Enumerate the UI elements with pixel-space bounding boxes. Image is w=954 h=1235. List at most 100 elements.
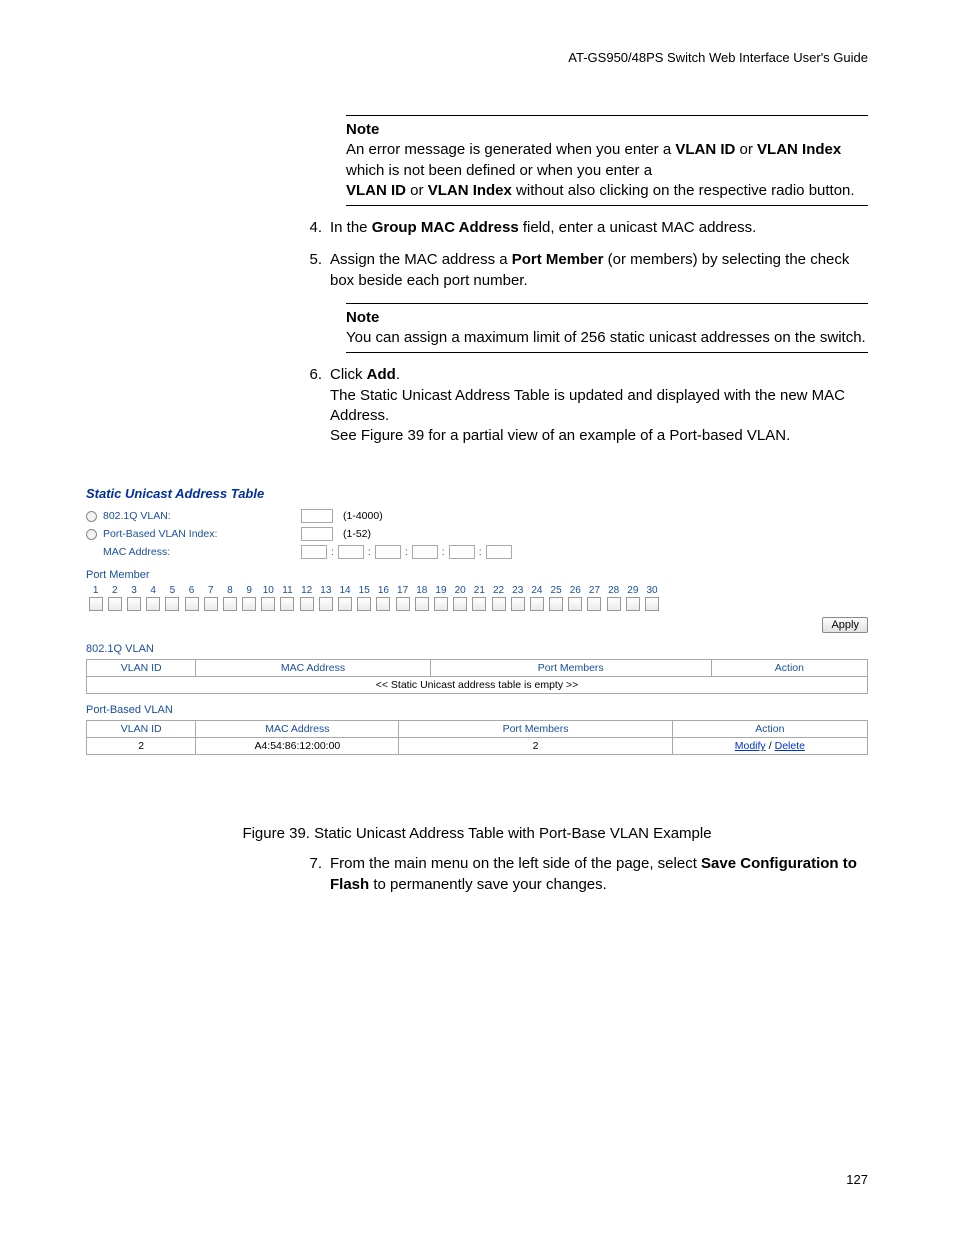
- step6-a: Click: [330, 366, 367, 383]
- port-checkbox[interactable]: [297, 596, 316, 611]
- port-checkbox[interactable]: [547, 596, 566, 611]
- port-checkbox[interactable]: [393, 596, 412, 611]
- mac-octet-1[interactable]: [301, 545, 327, 559]
- port-checkbox[interactable]: [642, 596, 661, 611]
- tbl1-h-members: Port Members: [430, 660, 711, 677]
- port-checkbox[interactable]: [566, 596, 585, 611]
- step-7: 7. From the main menu on the left side o…: [296, 854, 868, 895]
- port-checkbox[interactable]: [201, 596, 220, 611]
- port-number-label: 23: [508, 585, 527, 596]
- main-content: Note An error message is generated when …: [296, 115, 868, 446]
- port-number-label: 1: [86, 585, 105, 596]
- note1-or2: or: [406, 182, 428, 199]
- input-portbased-index[interactable]: [301, 527, 333, 541]
- note1-t1: An error message is generated when you e…: [346, 141, 675, 158]
- port-number-label: 27: [585, 585, 604, 596]
- input-8021q-vlan[interactable]: [301, 509, 333, 523]
- step4-c: field, enter a unicast MAC address.: [519, 219, 757, 236]
- port-checkbox[interactable]: [374, 596, 393, 611]
- row-portbased-index: Port-Based VLAN Index: (1-52): [86, 527, 868, 541]
- content-after-figure: 7. From the main menu on the left side o…: [296, 854, 868, 895]
- port-checkbox[interactable]: [316, 596, 335, 611]
- mac-octet-2[interactable]: [338, 545, 364, 559]
- label-portbased: Port-Based VLAN Index:: [103, 528, 217, 540]
- step6-c: .: [396, 366, 400, 383]
- port-checkbox[interactable]: [182, 596, 201, 611]
- port-number-label: 11: [278, 585, 297, 596]
- port-checkbox[interactable]: [240, 596, 259, 611]
- port-number-label: 14: [335, 585, 354, 596]
- figure-39: Static Unicast Address Table 802.1Q VLAN…: [86, 486, 868, 755]
- step7-c: to permanently save your changes.: [369, 876, 607, 893]
- port-checkbox[interactable]: [105, 596, 124, 611]
- note2-text: You can assign a maximum limit of 256 st…: [346, 328, 868, 348]
- header-guide-title: AT-GS950/48PS Switch Web Interface User'…: [86, 50, 868, 65]
- radio-8021q[interactable]: [86, 511, 97, 522]
- port-number-label: 20: [451, 585, 470, 596]
- note1-t2: which is not been defined or when you en…: [346, 162, 652, 179]
- delete-link[interactable]: Delete: [775, 740, 805, 752]
- modify-link[interactable]: Modify: [735, 740, 766, 752]
- port-checkbox[interactable]: [220, 596, 239, 611]
- mac-octet-5[interactable]: [449, 545, 475, 559]
- note-block-1: Note An error message is generated when …: [346, 115, 868, 206]
- port-number-label: 3: [124, 585, 143, 596]
- note2-bottom-rule: [346, 352, 868, 353]
- mac-octet-4[interactable]: [412, 545, 438, 559]
- tbl1-empty-row: << Static Unicast address table is empty…: [87, 677, 868, 694]
- port-checkbox[interactable]: [431, 596, 450, 611]
- mac-octet-3[interactable]: [375, 545, 401, 559]
- port-checkbox[interactable]: [335, 596, 354, 611]
- port-checkbox[interactable]: [489, 596, 508, 611]
- table-8021q: VLAN ID MAC Address Port Members Action …: [86, 659, 868, 694]
- port-checkbox[interactable]: [585, 596, 604, 611]
- step5-body: Assign the MAC address a Port Member (or…: [330, 250, 868, 291]
- port-checkbox[interactable]: [412, 596, 431, 611]
- tbl2-h-vlanid: VLAN ID: [87, 721, 196, 738]
- tbl1-h-action: Action: [711, 660, 867, 677]
- step6-num: 6.: [296, 365, 322, 446]
- tbl1-empty-text: << Static Unicast address table is empty…: [87, 677, 868, 694]
- apply-button[interactable]: Apply: [822, 617, 868, 633]
- port-checkbox[interactable]: [86, 596, 105, 611]
- steps-list-3: 7. From the main menu on the left side o…: [296, 854, 868, 895]
- radio-portbased[interactable]: [86, 529, 97, 540]
- port-number-label: 28: [604, 585, 623, 596]
- port-number-label: 2: [105, 585, 124, 596]
- port-checkbox[interactable]: [508, 596, 527, 611]
- port-number-label: 22: [489, 585, 508, 596]
- port-checkbox[interactable]: [259, 596, 278, 611]
- port-checkbox[interactable]: [144, 596, 163, 611]
- port-checkbox[interactable]: [527, 596, 546, 611]
- port-checkbox[interactable]: [278, 596, 297, 611]
- note2-top-rule: [346, 303, 868, 304]
- port-checkbox[interactable]: [470, 596, 489, 611]
- mac-octet-6[interactable]: [486, 545, 512, 559]
- port-number-label: 13: [316, 585, 335, 596]
- step-5: 5. Assign the MAC address a Port Member …: [296, 250, 868, 291]
- port-checkbox[interactable]: [124, 596, 143, 611]
- port-number-label: 25: [547, 585, 566, 596]
- note1-vlanid2: VLAN ID: [346, 182, 406, 199]
- step4-a: In the: [330, 219, 372, 236]
- port-checkbox[interactable]: [451, 596, 470, 611]
- port-checkbox[interactable]: [355, 596, 374, 611]
- row-mac-address: MAC Address: : : : : :: [86, 545, 868, 559]
- port-checkbox[interactable]: [604, 596, 623, 611]
- section-8021q: 802.1Q VLAN: [86, 643, 868, 655]
- port-number-label: 8: [220, 585, 239, 596]
- tbl2-mac: A4:54:86:12:00:00: [196, 738, 399, 755]
- port-checkbox[interactable]: [163, 596, 182, 611]
- mac-input-group: : : : : :: [301, 545, 512, 559]
- port-number-label: 24: [527, 585, 546, 596]
- port-number-label: 30: [642, 585, 661, 596]
- step5-a: Assign the MAC address a: [330, 251, 512, 268]
- hint-portbased: (1-52): [343, 528, 371, 540]
- note1-or1: or: [735, 141, 757, 158]
- label-8021q: 802.1Q VLAN:: [103, 510, 171, 522]
- port-checkbox[interactable]: [623, 596, 642, 611]
- tbl1-h-mac: MAC Address: [196, 660, 430, 677]
- port-number-label: 15: [355, 585, 374, 596]
- note1-top-rule: [346, 115, 868, 116]
- port-number-label: 9: [240, 585, 259, 596]
